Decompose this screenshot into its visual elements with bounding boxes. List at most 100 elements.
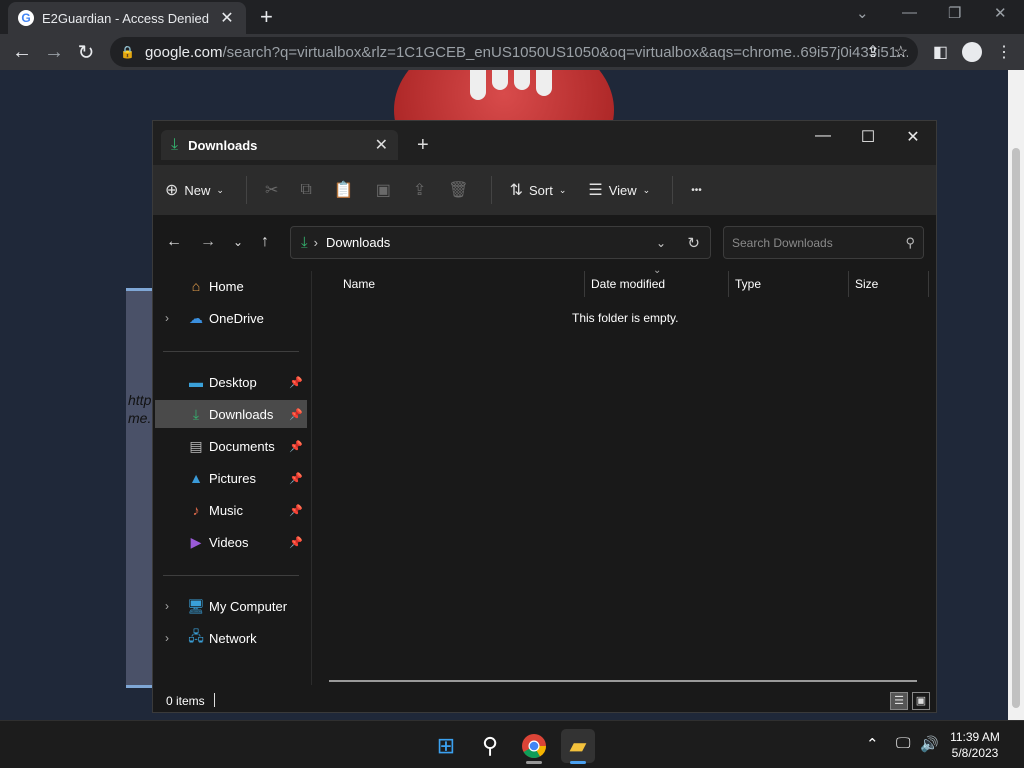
reload-button[interactable]: ↻: [70, 40, 102, 65]
address-dropdown-icon[interactable]: ⌄: [656, 236, 666, 250]
profile-avatar[interactable]: [962, 42, 982, 62]
file-explorer-icon[interactable]: ▰: [561, 729, 595, 763]
details-view-icon[interactable]: ☰: [890, 692, 908, 710]
sort-button[interactable]: ⇅ Sort ⌄: [510, 180, 567, 200]
menu-kebab-icon[interactable]: ⋮: [996, 42, 1012, 62]
expand-chevron-icon[interactable]: ›: [165, 311, 169, 325]
nav-item-network[interactable]: › 🖧 Network: [155, 624, 307, 652]
forward-arrow-icon[interactable]: →: [200, 233, 216, 251]
explorer-tab-title: Downloads: [188, 137, 258, 153]
cut-button[interactable]: ✂: [265, 180, 278, 200]
column-divider[interactable]: [848, 271, 849, 297]
clock[interactable]: 11:39 AM 5/8/2023: [935, 729, 1015, 761]
column-type[interactable]: Type: [735, 277, 761, 291]
nav-item-desktop[interactable]: ▬ Desktop 📌: [155, 368, 307, 396]
back-arrow-icon[interactable]: ←: [166, 233, 182, 251]
picture-icon: ▲: [189, 470, 203, 486]
pane-divider[interactable]: [311, 271, 312, 685]
clipboard-icon: 📋: [333, 182, 354, 199]
nav-item-documents[interactable]: ▤ Documents 📌: [155, 432, 307, 460]
horizontal-scrollbar[interactable]: [329, 680, 917, 682]
minimize-button[interactable]: —: [800, 127, 846, 145]
up-arrow-icon[interactable]: ↑: [261, 233, 269, 251]
hand-finger: [492, 70, 508, 90]
location-bar[interactable]: ⤓ › Downloads ⌄ ↻: [290, 226, 711, 259]
command-bar: ⊕ New ⌄ ✂ ⧉ 📋 ▣ ⇪ 🗑 ⇅ Sort ⌄ ☰ View ⌄ ••…: [153, 165, 936, 215]
delete-button[interactable]: 🗑: [448, 180, 468, 200]
chrome-icon[interactable]: [517, 729, 551, 763]
new-tab-button[interactable]: +: [417, 135, 429, 155]
explorer-tab[interactable]: ⤓ Downloads ✕: [161, 130, 398, 160]
download-arrow-icon: ⤓: [192, 405, 200, 422]
breadcrumb-location[interactable]: Downloads: [326, 235, 390, 250]
search-placeholder[interactable]: Search Downloads: [732, 236, 905, 250]
nav-item-onedrive[interactable]: › ☁ OneDrive: [155, 304, 307, 332]
copy-icon: ⧉: [300, 181, 312, 198]
expand-chevron-icon[interactable]: ›: [165, 631, 169, 645]
hand-finger: [536, 70, 552, 96]
empty-folder-message: This folder is empty.: [572, 311, 679, 325]
chevron-down-icon: ⌄: [558, 184, 567, 195]
forward-button[interactable]: →: [38, 41, 70, 64]
column-date-modified[interactable]: Date modified: [591, 277, 665, 291]
pin-icon: 📌: [289, 408, 303, 421]
lock-icon[interactable]: 🔒: [120, 45, 135, 59]
windows-start-icon[interactable]: ⊞: [429, 729, 463, 763]
address-bar[interactable]: 🔒 google.com /search?q=virtualbox&rlz=1C…: [110, 37, 918, 67]
back-button[interactable]: ←: [6, 41, 38, 64]
nav-label: Home: [209, 278, 244, 294]
nav-divider: [163, 575, 299, 576]
page-scrollbar[interactable]: [1008, 70, 1024, 720]
nav-item-my-computer[interactable]: › 🖥 My Computer: [155, 592, 307, 620]
column-divider[interactable]: [728, 271, 729, 297]
refresh-icon[interactable]: ↻: [687, 234, 700, 252]
active-indicator: [570, 761, 586, 764]
nav-label: Videos: [209, 534, 249, 550]
column-name[interactable]: Name: [343, 277, 375, 291]
tiles-view-icon[interactable]: ▣: [912, 692, 930, 710]
column-size[interactable]: Size: [855, 277, 878, 291]
close-button[interactable]: ✕: [890, 127, 936, 147]
new-button[interactable]: ⊕ New ⌄: [165, 180, 224, 200]
nav-item-music[interactable]: ♪ Music 📌: [155, 496, 307, 524]
search-icon[interactable]: ⚲: [473, 729, 507, 763]
nav-item-downloads[interactable]: ⤓ Downloads 📌: [155, 400, 307, 428]
hand-finger: [470, 70, 486, 100]
bookmark-star-icon[interactable]: ☆: [894, 42, 908, 62]
trash-icon: 🗑: [448, 182, 469, 199]
maximize-button[interactable]: ☐: [845, 127, 891, 147]
side-panel-icon[interactable]: ◧: [933, 42, 948, 62]
share-button[interactable]: ⇪: [413, 180, 426, 200]
nav-item-videos[interactable]: ▶ Videos 📌: [155, 528, 307, 556]
close-tab-icon[interactable]: ✕: [375, 135, 388, 155]
nav-item-pictures[interactable]: ▲ Pictures 📌: [155, 464, 307, 492]
new-tab-button[interactable]: +: [260, 6, 273, 28]
list-view-icon: ☰: [588, 182, 603, 199]
tab-search-icon[interactable]: ⌄: [856, 4, 869, 22]
share-icon[interactable]: ⇪: [866, 42, 879, 62]
close-tab-icon[interactable]: ✕: [218, 8, 236, 28]
restore-window-button[interactable]: ❐: [948, 4, 961, 22]
search-box[interactable]: Search Downloads ⚲: [723, 226, 924, 259]
column-divider[interactable]: [928, 271, 929, 297]
more-options-button[interactable]: •••: [691, 185, 702, 196]
new-label: New: [184, 182, 211, 198]
page-scroll-thumb[interactable]: [1012, 148, 1020, 708]
nav-label: Desktop: [209, 374, 257, 390]
column-divider[interactable]: [584, 271, 585, 297]
browser-tab[interactable]: G E2Guardian - Access Denied ✕: [8, 2, 246, 34]
scissors-icon: ✂: [264, 182, 279, 199]
nav-label: OneDrive: [209, 310, 264, 326]
desktop-icon: ▬: [189, 374, 203, 390]
minimize-window-button[interactable]: —: [902, 4, 917, 21]
view-button[interactable]: ☰ View ⌄: [588, 180, 650, 200]
nav-item-home[interactable]: ⌂ Home: [155, 272, 307, 300]
rename-button[interactable]: ▣: [376, 180, 391, 200]
network-status-icon[interactable]: 🖵: [896, 735, 910, 752]
tray-overflow-chevron-icon[interactable]: ⌃: [866, 735, 879, 753]
close-window-button[interactable]: ✕: [994, 4, 1007, 22]
recent-locations-chevron-icon[interactable]: ⌄: [233, 235, 243, 249]
paste-button[interactable]: 📋: [334, 180, 354, 200]
expand-chevron-icon[interactable]: ›: [165, 599, 169, 613]
copy-button[interactable]: ⧉: [300, 181, 311, 199]
